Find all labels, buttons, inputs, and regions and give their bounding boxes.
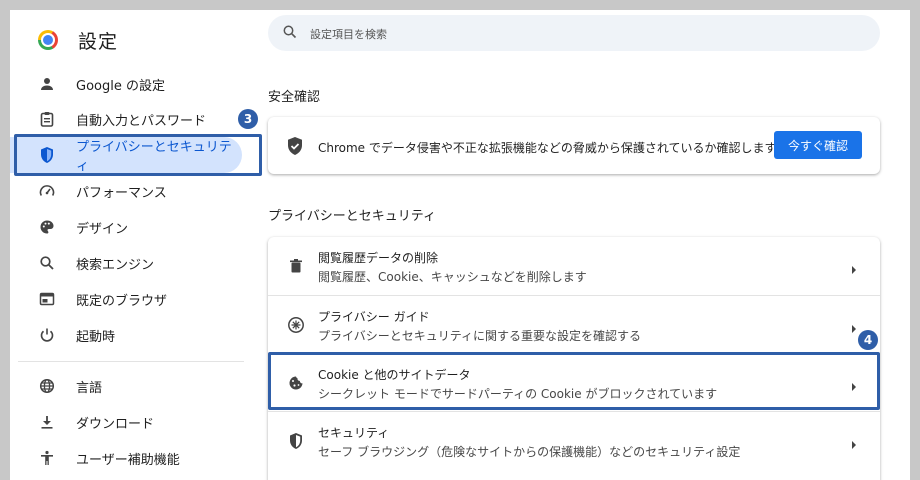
- palette-icon: [38, 218, 56, 236]
- person-icon: [38, 75, 56, 93]
- sidebar-item-label: デザイン: [76, 221, 129, 237]
- safety-check-card: Chrome でデータ侵害や不正な拡張機能などの脅威から保護されているか確認しま…: [268, 117, 880, 174]
- privacy-guide-icon: [286, 315, 306, 335]
- browser-window-icon: [38, 290, 56, 308]
- sidebar-item-label: ユーザー補助機能: [76, 452, 180, 468]
- check-now-button[interactable]: 今すぐ確認: [773, 131, 862, 159]
- sidebar-item-label: 言語: [76, 380, 103, 396]
- brand: 設定: [38, 22, 118, 58]
- sidebar-item-languages[interactable]: 言語: [10, 368, 260, 404]
- chevron-right-icon: [850, 435, 858, 454]
- download-icon: [38, 413, 56, 431]
- speedometer-icon: [38, 182, 56, 200]
- chrome-logo-icon: [38, 30, 58, 50]
- search-input[interactable]: [308, 15, 852, 53]
- safety-check-heading: 安全確認: [268, 90, 321, 105]
- row-title: プライバシー ガイド: [318, 310, 430, 324]
- sidebar-item-default-browser[interactable]: 既定のブラウザ: [10, 281, 260, 317]
- clipboard-icon: [38, 110, 56, 128]
- chevron-right-icon: [850, 319, 858, 338]
- sidebar-item-label: 起動時: [76, 329, 116, 345]
- row-description: 閲覧履歴、Cookie、キャッシュなどを削除します: [318, 270, 587, 284]
- page-title: 設定: [78, 30, 119, 53]
- sidebar-item-label: 自動入力とパスワード: [76, 113, 207, 129]
- row-privacy-guide[interactable]: プライバシー ガイド プライバシーとセキュリティに関する重要な設定を確認する: [268, 295, 880, 353]
- search-icon: [282, 24, 298, 44]
- sidebar-item-appearance[interactable]: デザイン: [10, 209, 260, 245]
- sidebar-item-label: パフォーマンス: [76, 185, 167, 201]
- sidebar-item-performance[interactable]: パフォーマンス: [10, 173, 260, 209]
- privacy-section-heading: プライバシーとセキュリティ: [268, 209, 436, 224]
- row-title: セキュリティ: [318, 426, 390, 440]
- sidebar: 設定 Google の設定 自動入力とパスワード プライバシーとセキュリティ パ: [10, 10, 262, 480]
- annotation-highlight-privacy: [14, 134, 262, 176]
- sidebar-item-label: 既定のブラウザ: [76, 293, 168, 309]
- row-title: 閲覧履歴データの削除: [318, 251, 439, 265]
- power-icon: [38, 326, 56, 344]
- sidebar-divider: [18, 361, 244, 362]
- row-clear-browsing-data[interactable]: 閲覧履歴データの削除 閲覧履歴、Cookie、キャッシュなどを削除します: [268, 237, 880, 295]
- shield-check-icon: [286, 136, 304, 160]
- row-description: プライバシーとセキュリティに関する重要な設定を確認する: [318, 329, 642, 343]
- annotation-badge-3: 3: [238, 109, 258, 129]
- row-security[interactable]: セキュリティ セーフ ブラウジング（危険なサイトからの保護機能）などのセキュリテ…: [268, 411, 880, 469]
- sidebar-item-downloads[interactable]: ダウンロード: [10, 404, 260, 440]
- settings-window: 設定 Google の設定 自動入力とパスワード プライバシーとセキュリティ パ: [10, 10, 910, 480]
- sidebar-item-on-startup[interactable]: 起動時: [10, 317, 260, 353]
- shield-icon: [286, 431, 306, 451]
- annotation-badge-4: 4: [858, 330, 878, 350]
- trash-icon: [286, 256, 306, 276]
- safety-check-description: Chrome でデータ侵害や不正な拡張機能などの脅威から保護されているか確認しま…: [318, 141, 777, 155]
- sidebar-item-autofill[interactable]: 自動入力とパスワード: [10, 101, 260, 137]
- search-bar[interactable]: [268, 15, 880, 53]
- sidebar-item-search-engine[interactable]: 検索エンジン: [10, 245, 260, 281]
- globe-icon: [38, 377, 56, 395]
- sidebar-item-label: 検索エンジン: [76, 257, 155, 273]
- row-description: セーフ ブラウジング（危険なサイトからの保護機能）などのセキュリティ設定: [318, 445, 741, 459]
- search-icon: [38, 254, 56, 272]
- accessibility-icon: [38, 449, 56, 467]
- sidebar-item-label: ダウンロード: [76, 416, 155, 432]
- annotation-highlight-cookies: [268, 352, 880, 410]
- sidebar-item-google[interactable]: Google の設定: [10, 66, 260, 102]
- sidebar-item-label: Google の設定: [76, 78, 165, 94]
- sidebar-item-accessibility[interactable]: ユーザー補助機能: [10, 440, 260, 476]
- chevron-right-icon: [850, 260, 858, 279]
